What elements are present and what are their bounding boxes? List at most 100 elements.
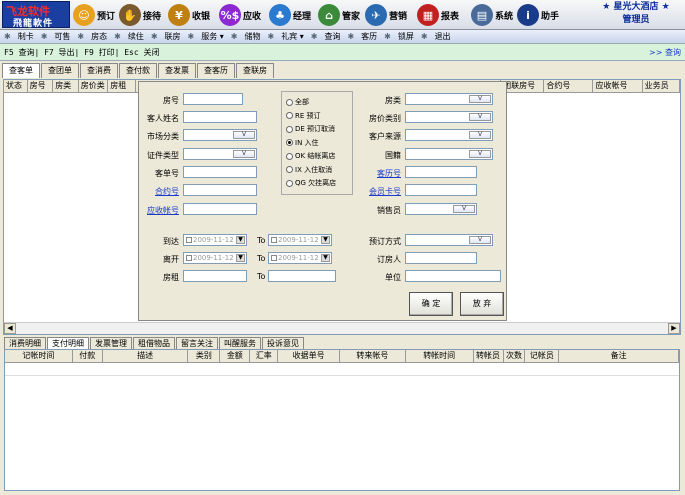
status-radio-option[interactable]: 全部	[286, 97, 309, 107]
payment-column-header[interactable]: 转来帐号	[340, 350, 406, 362]
contract-no-link[interactable]: 合约号	[155, 186, 179, 197]
tab-query-5[interactable]: 查发票	[158, 63, 196, 78]
menu-item[interactable]: 联房	[165, 31, 181, 42]
grid-column-header[interactable]: 房类	[53, 80, 79, 92]
member-card-input[interactable]	[405, 184, 477, 196]
grid-column-header[interactable]: 业务员	[643, 80, 680, 92]
status-radio-option[interactable]: IX 入住取消	[286, 165, 332, 175]
toolbar-button-3[interactable]: ¥ 收银	[168, 2, 210, 28]
grid-column-header[interactable]: 合约号	[544, 80, 594, 92]
status-radio-option[interactable]: RE 预订	[286, 111, 321, 121]
ar-account-input[interactable]	[183, 203, 257, 215]
scroll-right-icon[interactable]: ▶	[668, 323, 680, 334]
grid-column-header[interactable]: 团联房号	[501, 80, 545, 92]
room-type-select[interactable]: V	[405, 93, 493, 105]
id-type-select[interactable]: V	[183, 148, 257, 160]
booker-input[interactable]	[405, 252, 477, 264]
grid-column-header[interactable]: 应收帐号	[593, 80, 643, 92]
menu-item[interactable]: 锁屏	[398, 31, 414, 42]
tab-query-7[interactable]: 查联房	[236, 63, 274, 78]
grid-column-header[interactable]: 房号	[28, 80, 54, 92]
status-radio-option[interactable]: QG 欠挂离店	[286, 178, 336, 188]
history-no-link[interactable]: 客历号	[377, 168, 401, 179]
payment-detail-grid[interactable]: 记帐时间 付款 描述 类别 金额 汇率 收据单号 转来帐号 转帐时间 转帐员 次数 记帐员 备注	[4, 349, 680, 491]
menu-item[interactable]: 客历	[361, 31, 377, 42]
order-no-input[interactable]	[183, 166, 257, 178]
menu-item[interactable]: 可售	[54, 31, 70, 42]
payment-column-header[interactable]: 收据单号	[278, 350, 340, 362]
status-radio-option[interactable]: DE 预订取消	[286, 124, 335, 134]
tab-detail-3[interactable]: 发票管理	[90, 337, 132, 349]
cancel-button[interactable]: 放 弃	[460, 292, 504, 316]
departure-from-date[interactable]: 2009-11-12 ▼	[183, 252, 247, 264]
toolbar-button-10[interactable]: i 助手	[517, 2, 559, 28]
payment-column-header[interactable]: 次数	[504, 350, 526, 362]
contract-no-input[interactable]	[183, 184, 257, 196]
menu-item[interactable]: 续住	[128, 31, 144, 42]
toolbar-button-5[interactable]: ♣ 经理	[269, 2, 311, 28]
rent-from-input[interactable]	[183, 270, 247, 282]
rent-to-input[interactable]	[268, 270, 336, 282]
history-no-input[interactable]	[405, 166, 477, 178]
toolbar-button-1[interactable]: ☺ 预订	[73, 2, 115, 28]
booking-method-select[interactable]: V	[405, 234, 493, 246]
menu-item[interactable]: 服务 ▾	[201, 31, 224, 42]
salesman-select[interactable]: V	[405, 203, 477, 215]
menu-item[interactable]: 退出	[435, 31, 451, 42]
grid-column-header[interactable]: 房租	[108, 80, 136, 92]
menu-item[interactable]: 储物	[244, 31, 260, 42]
payment-column-header[interactable]: 转帐员	[474, 350, 504, 362]
nationality-select[interactable]: V	[405, 148, 493, 160]
radio-button[interactable]	[286, 152, 293, 160]
guest-name-input[interactable]	[183, 111, 257, 123]
payment-column-header[interactable]: 转帐时间	[406, 350, 474, 362]
status-radio-option[interactable]: IN 入住	[286, 138, 319, 148]
toolbar-button-7[interactable]: ✈ 营销	[365, 2, 407, 28]
tab-query-6[interactable]: 查客历	[197, 63, 235, 78]
tab-detail-4[interactable]: 租借物品	[133, 337, 175, 349]
toolbar-button-9[interactable]: ▤ 系统	[471, 2, 513, 28]
payment-column-header[interactable]: 金额	[220, 350, 251, 362]
confirm-button[interactable]: 确 定	[409, 292, 453, 316]
radio-button[interactable]	[286, 98, 293, 106]
toolbar-button-8[interactable]: ▦ 报表	[417, 2, 459, 28]
tab-detail-1[interactable]: 消费明细	[4, 337, 46, 349]
grid-column-header[interactable]: 房价类	[79, 80, 109, 92]
menu-item[interactable]: 查询	[324, 31, 340, 42]
tab-query-1[interactable]: 查客单	[2, 63, 40, 78]
payment-column-header[interactable]: 记帐时间	[5, 350, 73, 362]
payment-column-header[interactable]: 汇率	[250, 350, 279, 362]
radio-button[interactable]	[286, 125, 293, 133]
tab-query-3[interactable]: 查消费	[80, 63, 118, 78]
menu-item[interactable]: 礼宾 ▾	[281, 31, 304, 42]
arrival-to-date[interactable]: 2009-11-12 ▼	[268, 234, 332, 246]
departure-to-date[interactable]: 2009-11-12 ▼	[268, 252, 332, 264]
ar-account-link[interactable]: 应收帐号	[147, 205, 179, 216]
radio-button[interactable]	[286, 112, 293, 119]
tab-query-2[interactable]: 查团单	[41, 63, 79, 78]
tab-detail-2[interactable]: 支付明细	[47, 337, 89, 349]
arrival-from-date[interactable]: 2009-11-12 ▼	[183, 234, 247, 246]
radio-button[interactable]	[286, 179, 293, 187]
horizontal-scrollbar[interactable]: ◀ ▶	[4, 322, 680, 334]
toolbar-button-6[interactable]: ⌂ 管家	[318, 2, 360, 28]
status-radio-option[interactable]: OK 结帐离店	[286, 151, 335, 161]
scroll-left-icon[interactable]: ◀	[4, 323, 16, 334]
tab-query-4[interactable]: 查付款	[119, 63, 157, 78]
toolbar-button-2[interactable]: ✋ 接待	[119, 2, 161, 28]
grid-column-header[interactable]: 状态	[4, 80, 28, 92]
room-no-input[interactable]	[183, 93, 243, 105]
payment-column-header[interactable]: 记帐员	[525, 350, 560, 362]
tab-detail-7[interactable]: 投诉意见	[262, 337, 304, 349]
payment-column-header[interactable]: 付款	[73, 350, 103, 362]
tab-detail-6[interactable]: 叫醒服务	[219, 337, 261, 349]
market-select[interactable]: V	[183, 129, 257, 141]
radio-button[interactable]	[286, 166, 293, 173]
tab-detail-5[interactable]: 留言关注	[176, 337, 218, 349]
payment-column-header[interactable]: 备注	[559, 350, 679, 362]
rate-type-select[interactable]: V	[405, 111, 493, 123]
table-row[interactable]	[5, 363, 679, 376]
payment-column-header[interactable]: 类别	[188, 350, 221, 362]
source-select[interactable]: V	[405, 129, 493, 141]
menu-item[interactable]: 房态	[91, 31, 107, 42]
